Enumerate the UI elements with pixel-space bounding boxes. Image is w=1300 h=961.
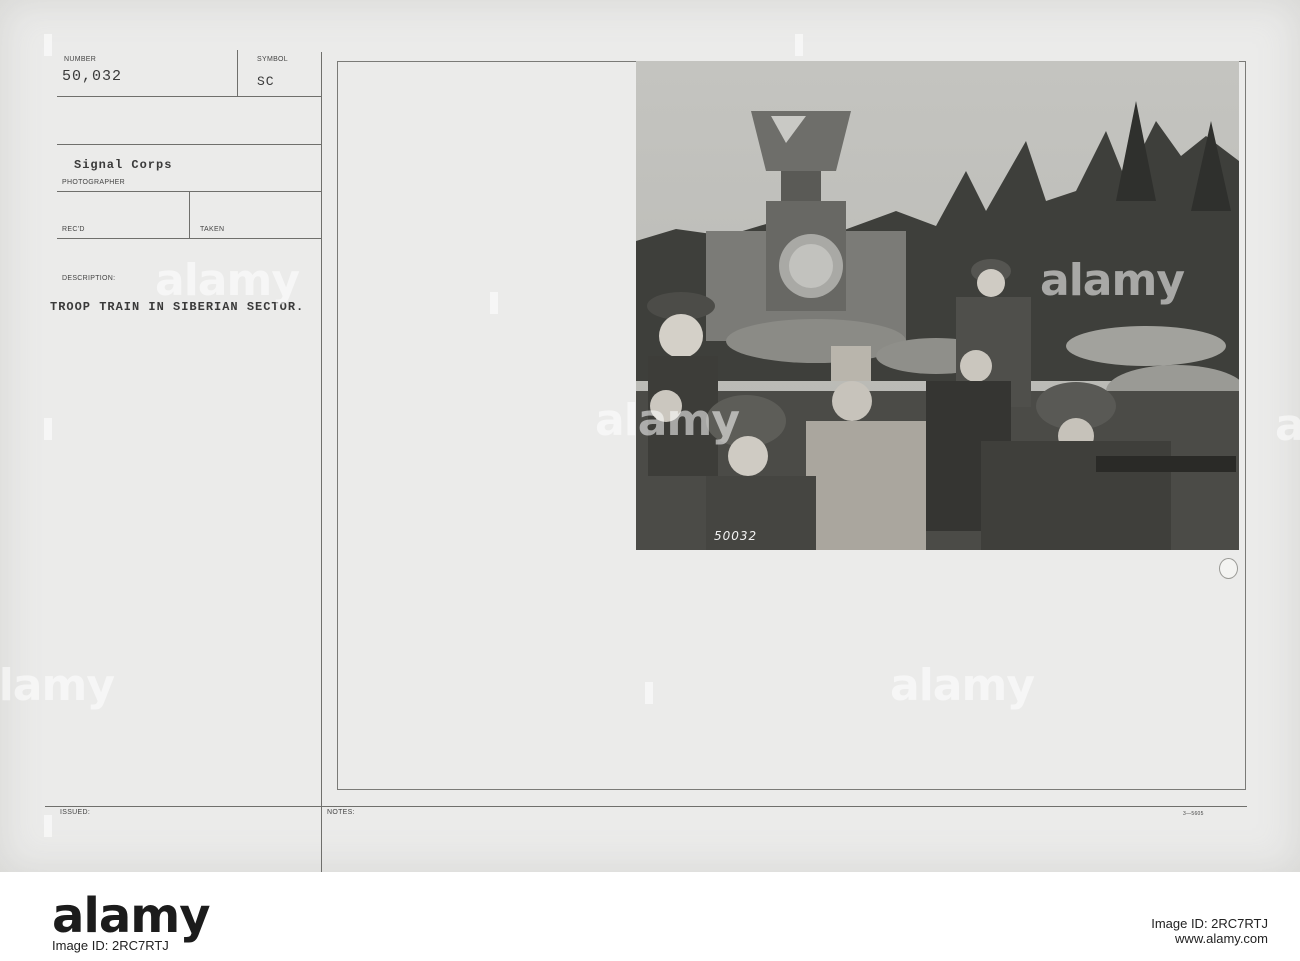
watermark-top-right: alamy (1040, 255, 1185, 306)
watermark-top-left: alamy (155, 255, 300, 306)
form-code: 3—5605 (1183, 811, 1204, 817)
watermark-tick (645, 682, 653, 704)
image-id-right: Image ID: 2RC7RTJ (1151, 916, 1268, 931)
issued-label: ISSUED: (60, 809, 91, 816)
symbol-divider (237, 50, 238, 96)
symbol-label: SYMBOL (257, 56, 288, 63)
photographer-value: Signal Corps (74, 158, 173, 172)
taken-label: TAKEN (200, 226, 225, 233)
punch-hole (1219, 558, 1238, 579)
photographer-label: PHOTOGRAPHER (62, 179, 125, 186)
watermark-tick (44, 815, 52, 837)
watermark-tick (490, 292, 498, 314)
archive-card: NUMBER 50,032 SYMBOL SC Signal Corps PHO… (0, 0, 1300, 872)
footer-right: Image ID: 2RC7RTJ www.alamy.com (1151, 916, 1268, 946)
number-label: NUMBER (64, 56, 97, 63)
watermark-tick (795, 34, 803, 56)
watermark-tick (44, 34, 52, 56)
watermark-tick (44, 418, 52, 440)
watermark-bottom-right: alamy (890, 660, 1035, 711)
notes-label: NOTES: (327, 809, 355, 816)
recd-line (57, 238, 321, 239)
symbol-value: SC (257, 74, 275, 89)
number-value: 50,032 (62, 68, 123, 85)
left-column-divider (321, 52, 322, 872)
site-url[interactable]: www.alamy.com (1151, 931, 1268, 946)
recd-divider (189, 191, 190, 239)
negative-number: 50032 (714, 529, 758, 543)
number-row-line (57, 96, 321, 97)
image-id: Image ID: 2RC7RTJ (52, 938, 169, 953)
watermark-right-edge: alamy (1275, 400, 1300, 451)
photographer-top-line (57, 144, 321, 145)
description-label: DESCRIPTION: (62, 275, 116, 282)
watermark-center: alamy (595, 395, 740, 446)
watermark-bottom-left: alamy (0, 660, 115, 711)
recd-label: REC'D (62, 226, 85, 233)
alamy-logo: alamy (52, 888, 211, 944)
bottom-line (45, 806, 1247, 807)
